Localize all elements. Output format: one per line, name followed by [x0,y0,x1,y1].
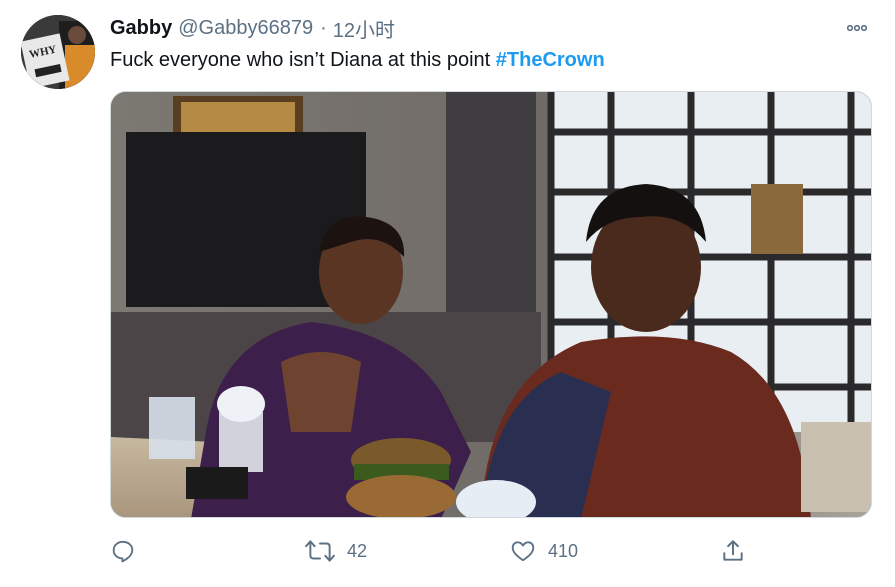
retweet-count: 42 [347,540,368,561]
tweet-text: Fuck everyone who isn’t Diana at this po… [110,49,605,72]
tweet-photo[interactable] [110,91,872,518]
share-icon [723,540,743,561]
separator: · [320,16,327,39]
more-button[interactable] [842,16,872,40]
retweet-button[interactable]: 42 [305,538,367,564]
photo-image [111,92,871,517]
tweet[interactable]: WHY Gabby @Gabby66879 · 12小时 Fuck everyo… [0,0,895,587]
hashtag-link[interactable]: #TheCrown [496,49,605,71]
tweet-header: Gabby @Gabby66879 · 12小时 [110,14,395,43]
reply-button[interactable] [110,538,136,564]
like-count: 410 [548,540,579,561]
tweet-actions: 42 410 [0,530,895,570]
retweet-icon [305,540,335,562]
user-handle[interactable]: @Gabby66879 [178,17,313,40]
display-name[interactable]: Gabby [110,17,172,40]
timestamp[interactable]: 12小时 [333,14,395,43]
reply-icon [112,540,134,563]
avatar[interactable]: WHY [21,15,95,89]
tweet-text-body: Fuck everyone who isn’t Diana at this po… [110,49,496,71]
more-icon [846,24,868,32]
like-button[interactable]: 410 [510,538,578,564]
share-button[interactable] [720,538,746,564]
avatar-image: WHY [21,15,95,89]
like-icon [511,541,535,562]
